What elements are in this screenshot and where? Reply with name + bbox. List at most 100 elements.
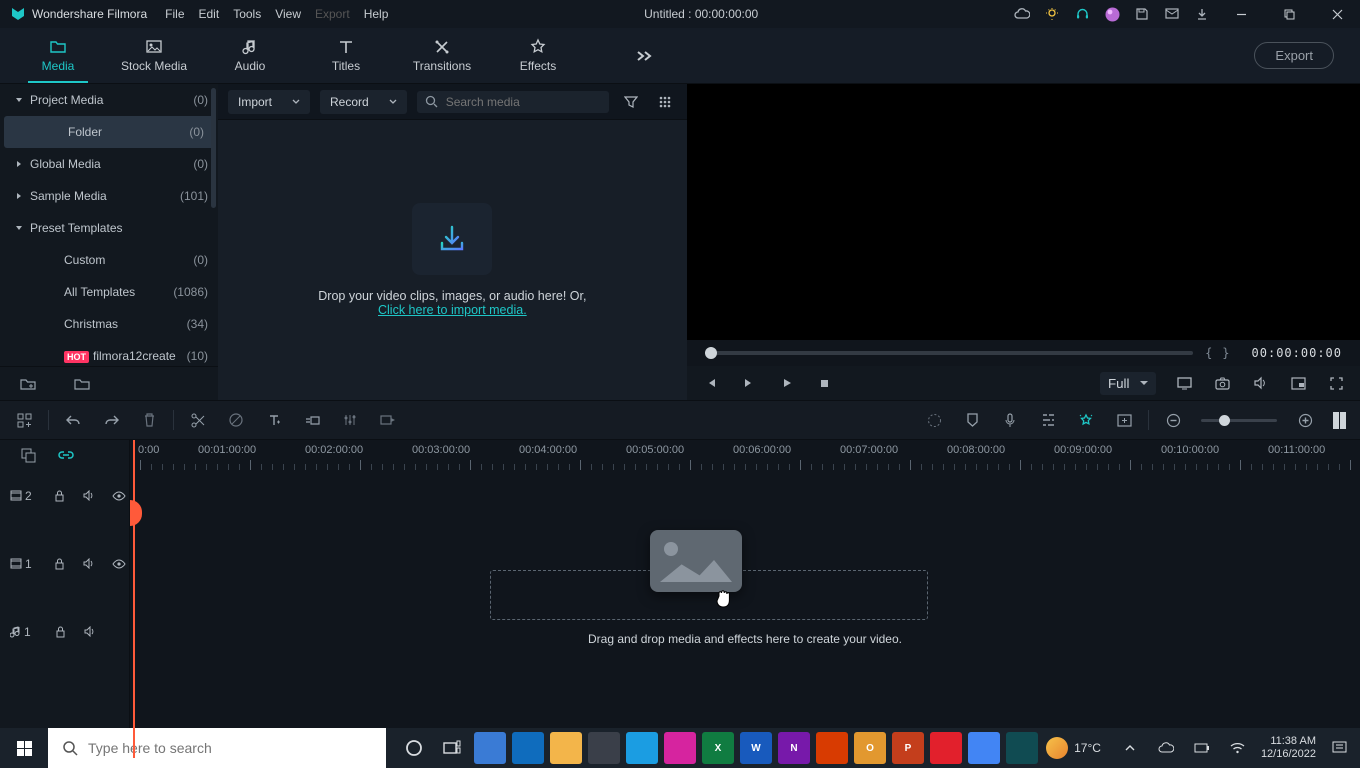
snapshot-icon[interactable]: [1212, 373, 1232, 393]
tab-transitions[interactable]: Transitions: [394, 28, 490, 83]
tree-item-preset-templates[interactable]: Preset Templates: [0, 212, 218, 244]
import-dropdown[interactable]: Import: [228, 90, 310, 114]
tracks-canvas[interactable]: Drag and drop media and effects here to …: [130, 470, 1360, 758]
insert-icon[interactable]: [1114, 410, 1134, 430]
search-input[interactable]: [446, 95, 601, 109]
cloud-icon[interactable]: [1014, 6, 1030, 22]
window-minimize[interactable]: [1224, 0, 1258, 28]
menu-tools[interactable]: Tools: [233, 7, 261, 21]
taskbar-app-edge[interactable]: [626, 732, 658, 764]
keyframe-icon[interactable]: [378, 410, 398, 430]
weather-widget[interactable]: 17°C: [1046, 737, 1101, 759]
tree-item-filmora12create[interactable]: HOTfilmora12create(10): [0, 340, 218, 366]
taskbar-app-appF[interactable]: [816, 732, 848, 764]
stop-icon[interactable]: [815, 373, 835, 393]
redo-icon[interactable]: [101, 410, 121, 430]
split-icon[interactable]: [188, 410, 208, 430]
text-icon[interactable]: [264, 410, 284, 430]
playhead-flag[interactable]: [133, 440, 135, 470]
visibility-icon[interactable]: [109, 554, 129, 574]
preview-seek-slider[interactable]: [705, 351, 1193, 355]
taskbar-app-onenote[interactable]: N: [778, 732, 810, 764]
tab-stock[interactable]: Stock Media: [106, 28, 202, 83]
tree-item-folder[interactable]: Folder(0): [4, 116, 214, 148]
taskbar-app-word[interactable]: W: [740, 732, 772, 764]
tab-titles[interactable]: Titles: [298, 28, 394, 83]
taskbar-app-chrome[interactable]: [968, 732, 1000, 764]
playhead-line[interactable]: [133, 470, 135, 758]
undo-icon[interactable]: [63, 410, 83, 430]
tray-chevron-icon[interactable]: [1117, 735, 1143, 761]
save-icon[interactable]: [1134, 6, 1150, 22]
timeline-options-icon[interactable]: [18, 445, 38, 465]
taskbar-app-opera[interactable]: [930, 732, 962, 764]
taskbar-app-instagram[interactable]: [664, 732, 696, 764]
taskbar-app-mail[interactable]: [512, 732, 544, 764]
filter-icon[interactable]: [619, 90, 643, 114]
video-viewport[interactable]: [687, 84, 1360, 340]
render-icon[interactable]: [924, 410, 944, 430]
more-tabs-button[interactable]: [636, 28, 654, 83]
lock-icon[interactable]: [50, 554, 70, 574]
track-video-1[interactable]: 1: [0, 544, 129, 584]
download-icon[interactable]: [1194, 6, 1210, 22]
new-folder-icon[interactable]: [18, 374, 38, 394]
play-icon[interactable]: [777, 373, 797, 393]
prev-frame-icon[interactable]: [701, 373, 721, 393]
visibility-icon[interactable]: [109, 486, 129, 506]
menu-export[interactable]: Export: [315, 7, 350, 21]
search-box[interactable]: [417, 91, 609, 113]
message-icon[interactable]: [1164, 6, 1180, 22]
mute-icon[interactable]: [80, 622, 100, 642]
notifications-tray-icon[interactable]: [1326, 735, 1352, 761]
grid-view-icon[interactable]: [653, 90, 677, 114]
onedrive-tray-icon[interactable]: [1153, 735, 1179, 761]
taskbar-search-input[interactable]: [88, 740, 372, 756]
taskbar-search[interactable]: [48, 728, 386, 768]
export-button[interactable]: Export: [1254, 42, 1334, 69]
quality-select-wrap[interactable]: Full1/21/4: [1100, 372, 1156, 395]
profile-icon[interactable]: [1104, 6, 1120, 22]
link-icon[interactable]: [56, 445, 76, 465]
crop-icon[interactable]: [226, 410, 246, 430]
menu-file[interactable]: File: [165, 7, 184, 21]
pip-icon[interactable]: [1288, 373, 1308, 393]
folder-icon[interactable]: [72, 374, 92, 394]
tab-media[interactable]: Media: [10, 28, 106, 83]
zoom-out-icon[interactable]: [1163, 410, 1183, 430]
tree-item-sample-media[interactable]: Sample Media(101): [0, 180, 218, 212]
taskbar-app-store[interactable]: [588, 732, 620, 764]
import-link[interactable]: Click here to import media.: [378, 303, 527, 317]
zoom-in-icon[interactable]: [1295, 410, 1315, 430]
tab-audio[interactable]: Audio: [202, 28, 298, 83]
battery-tray-icon[interactable]: [1189, 735, 1215, 761]
tree-item-custom[interactable]: Custom(0): [0, 244, 218, 276]
sidebar-scrollbar[interactable]: [211, 88, 216, 362]
playhead-handle[interactable]: [130, 500, 142, 526]
mixer-icon[interactable]: [1038, 410, 1058, 430]
quality-select[interactable]: Full1/21/4: [1100, 372, 1156, 395]
fullscreen-icon[interactable]: [1326, 373, 1346, 393]
taskbar-app-ppt[interactable]: P: [892, 732, 924, 764]
start-button[interactable]: [0, 728, 48, 768]
taskbar-cortana[interactable]: [398, 732, 430, 764]
add-track-icon[interactable]: [14, 410, 34, 430]
taskbar-taskview[interactable]: [436, 732, 468, 764]
mute-icon[interactable]: [79, 554, 99, 574]
speed-icon[interactable]: [302, 410, 322, 430]
taskbar-app-explorer[interactable]: [550, 732, 582, 764]
volume-icon[interactable]: [1250, 373, 1270, 393]
zoom-fit-icon[interactable]: [1333, 412, 1346, 429]
track-audio-1[interactable]: 1: [0, 612, 129, 652]
tab-effects[interactable]: Effects: [490, 28, 586, 83]
tree-item-christmas[interactable]: Christmas(34): [0, 308, 218, 340]
import-tile[interactable]: [412, 203, 492, 275]
wifi-tray-icon[interactable]: [1225, 735, 1251, 761]
timeline-ruler[interactable]: 0:0000:01:00:0000:02:00:0000:03:00:0000:…: [130, 440, 1360, 470]
taskbar-app-excel[interactable]: X: [702, 732, 734, 764]
zoom-slider[interactable]: [1201, 419, 1277, 422]
tree-item-global-media[interactable]: Global Media(0): [0, 148, 218, 180]
taskbar-app-appA[interactable]: [474, 732, 506, 764]
voiceover-icon[interactable]: [1000, 410, 1020, 430]
window-maximize[interactable]: [1272, 0, 1306, 28]
